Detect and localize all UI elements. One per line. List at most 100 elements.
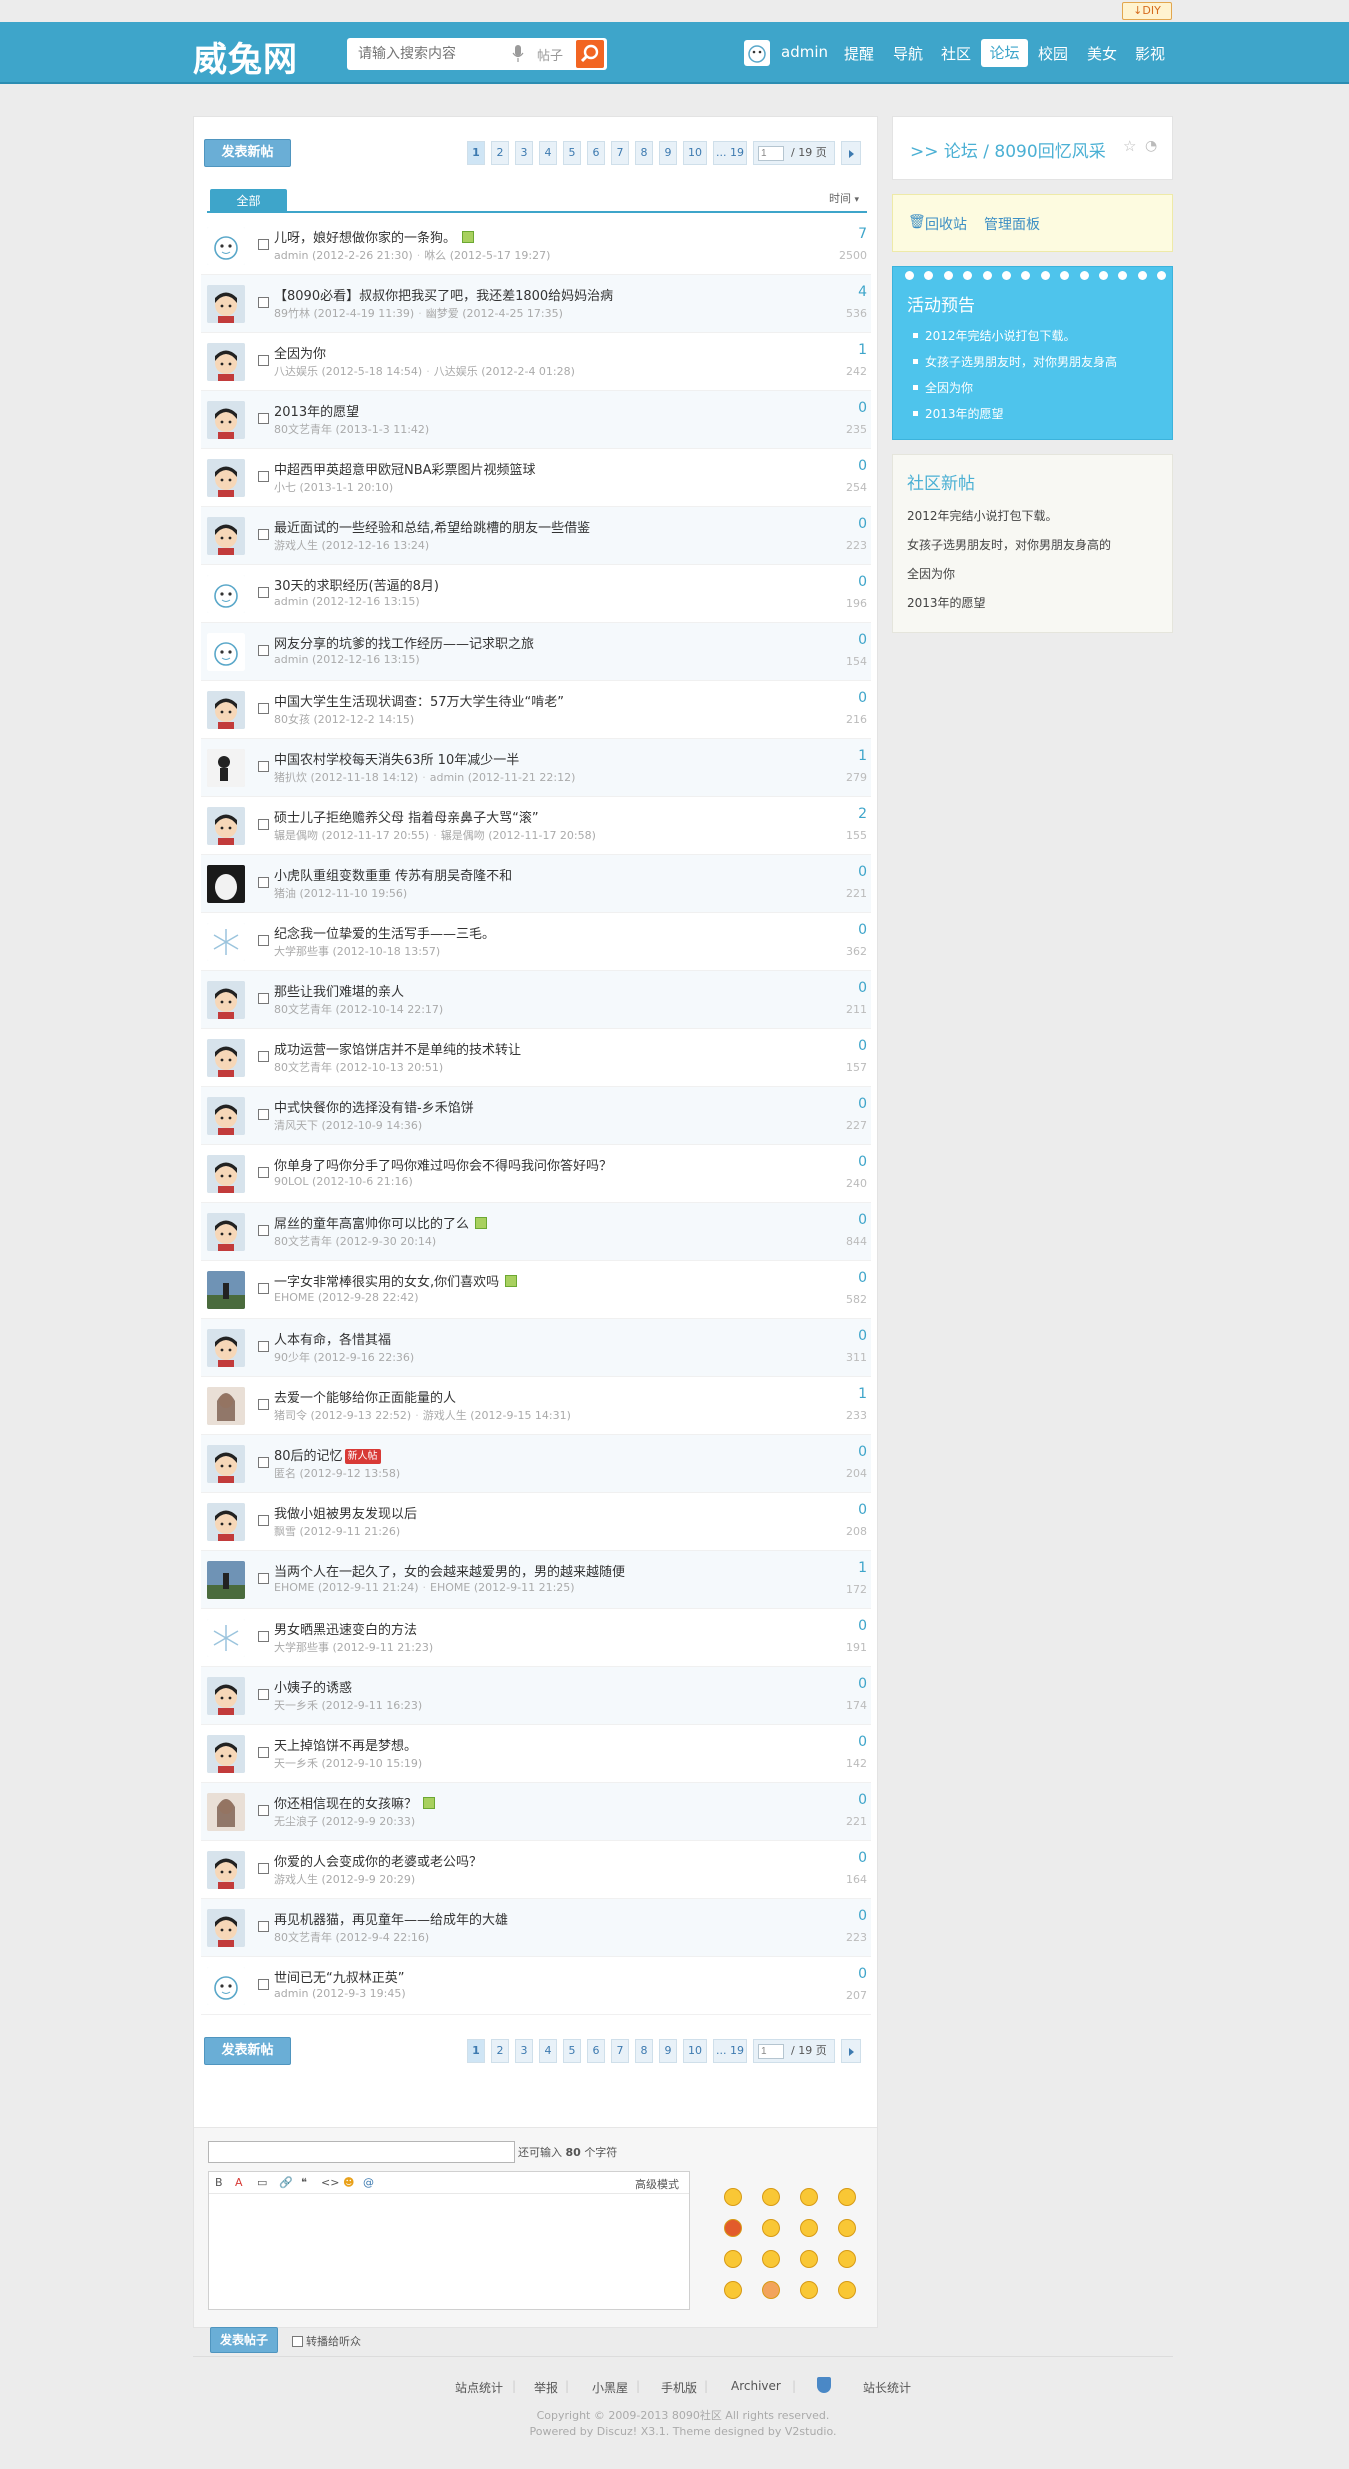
new-post-button-top[interactable]: 发表新帖 bbox=[204, 139, 291, 167]
link-icon[interactable]: 🔗 bbox=[279, 2176, 293, 2189]
thread-author[interactable]: admin bbox=[274, 595, 308, 608]
thread-row[interactable]: 一字女非常棒很实用的女女,你们喜欢吗 EHOME (2012-9-28 22:42… bbox=[201, 1261, 871, 1319]
footer-link[interactable]: 举报 bbox=[534, 2379, 558, 2396]
nav-campus[interactable]: 校园 bbox=[1038, 43, 1068, 64]
thread-title[interactable]: 中国大学生生活现状调查：57万大学生待业“啃老” bbox=[274, 691, 564, 710]
reply-count[interactable]: 0 bbox=[858, 1850, 867, 1866]
thread-title[interactable]: 去爱一个能够给你正面能量的人 bbox=[274, 1387, 456, 1406]
thread-checkbox[interactable] bbox=[258, 1225, 269, 1236]
reply-count[interactable]: 1 bbox=[858, 748, 867, 764]
thread-author[interactable]: admin bbox=[274, 653, 308, 666]
thread-title-text[interactable]: 纪念我一位挚爱的生活写手——三毛。 bbox=[274, 927, 495, 942]
thread-title[interactable]: 全因为你 bbox=[274, 343, 326, 362]
thread-title[interactable]: 硕士儿子拒绝赡养父母 指着母亲鼻子大骂“滚” bbox=[274, 807, 539, 826]
thread-title[interactable]: 成功运营一家馅饼店并不是单纯的技术转让 bbox=[274, 1039, 521, 1058]
recycle-bin-link[interactable]: 回收站 bbox=[925, 214, 967, 234]
user-avatar[interactable] bbox=[744, 40, 770, 66]
thread-avatar[interactable] bbox=[207, 807, 245, 845]
thread-avatar[interactable] bbox=[207, 459, 245, 497]
thread-avatar[interactable] bbox=[207, 285, 245, 323]
nav-movies[interactable]: 影视 bbox=[1135, 43, 1165, 64]
thread-row[interactable]: 当两个人在一起久了，女的会越来越爱男的，男的越来越随便 EHOME (2012-9… bbox=[201, 1551, 871, 1609]
smiley-icon[interactable] bbox=[838, 2219, 856, 2237]
reply-count[interactable]: 0 bbox=[858, 516, 867, 532]
thread-row[interactable]: 儿呀，娘好想做你家的一条狗。 admin (2012-2-26 21:30) · 咻么… bbox=[201, 217, 871, 275]
thread-row[interactable]: 男女晒黑迅速变白的方法 大学那些事 (2012-9-11 21:23) 0 191 bbox=[201, 1609, 871, 1667]
reply-count[interactable]: 0 bbox=[858, 1038, 867, 1054]
thread-avatar[interactable] bbox=[207, 227, 245, 265]
thread-title-text[interactable]: 2013年的愿望 bbox=[274, 405, 359, 420]
reply-count[interactable]: 0 bbox=[858, 690, 867, 706]
thread-title[interactable]: 小虎队重组变数重重 传苏有朋吴奇隆不和 bbox=[274, 865, 512, 884]
page-link[interactable]: 9 bbox=[659, 2039, 677, 2063]
thread-checkbox[interactable] bbox=[258, 645, 269, 656]
thread-author[interactable]: 游戏人生 bbox=[274, 539, 318, 552]
page-jump-input[interactable] bbox=[758, 2044, 784, 2059]
reply-count[interactable]: 0 bbox=[858, 632, 867, 648]
thread-title-text[interactable]: 你还相信现在的女孩嘛？ bbox=[274, 1797, 417, 1812]
thread-title[interactable]: 小姨子的诱惑 bbox=[274, 1677, 352, 1696]
thread-row[interactable]: 中超西甲英超意甲欧冠NBA彩票图片视频篮球 小七 (2013-1-1 20:10)… bbox=[201, 449, 871, 507]
page-link[interactable]: 7 bbox=[611, 141, 629, 165]
thread-author[interactable]: 匿名 bbox=[274, 1467, 296, 1480]
next-page-button[interactable] bbox=[841, 2039, 861, 2063]
search-button[interactable] bbox=[576, 40, 604, 68]
reply-count[interactable]: 0 bbox=[858, 1502, 867, 1518]
thread-author[interactable]: 猪司令 bbox=[274, 1409, 307, 1422]
thread-title[interactable]: 再见机器猫，再见童年——给成年的大雄 bbox=[274, 1909, 508, 1928]
code-icon[interactable]: <> bbox=[321, 2176, 339, 2189]
thread-row[interactable]: 你单身了吗你分手了吗你难过吗你会不得吗我问你答好吗？ 90LOL (2012-10… bbox=[201, 1145, 871, 1203]
page-link[interactable]: 1 bbox=[467, 141, 485, 165]
thread-avatar[interactable] bbox=[207, 1735, 245, 1773]
username-link[interactable]: admin bbox=[781, 43, 828, 61]
page-link[interactable]: 10 bbox=[683, 141, 707, 165]
thread-avatar[interactable] bbox=[207, 691, 245, 729]
last-poster[interactable]: 幽梦爱 bbox=[426, 307, 459, 320]
thread-avatar[interactable] bbox=[207, 401, 245, 439]
search-input[interactable] bbox=[347, 38, 497, 70]
thread-checkbox[interactable] bbox=[258, 1283, 269, 1294]
thread-row[interactable]: 人本有命，各惜其福 90少年 (2012-9-16 22:36) 0 311 bbox=[201, 1319, 871, 1377]
notice-item[interactable]: 全因为你 bbox=[912, 379, 973, 396]
thread-row[interactable]: 【8090必看】叔叔你把我买了吧，我还差1800给妈妈治病 89竹林 (2012-… bbox=[201, 275, 871, 333]
thread-title-text[interactable]: 男女晒黑迅速变白的方法 bbox=[274, 1623, 417, 1638]
thread-title[interactable]: 天上掉馅饼不再是梦想。 bbox=[274, 1735, 417, 1754]
thread-checkbox[interactable] bbox=[258, 413, 269, 424]
thread-checkbox[interactable] bbox=[258, 1805, 269, 1816]
thread-row[interactable]: 网友分享的坑爹的找工作经历——记求职之旅 admin (2012-12-16 13… bbox=[201, 623, 871, 681]
thread-title-text[interactable]: 屌丝的童年高富帅你可以比的了么 bbox=[274, 1217, 469, 1232]
thread-title-text[interactable]: 天上掉馅饼不再是梦想。 bbox=[274, 1739, 417, 1754]
thread-row[interactable]: 80后的记忆 新人帖 匿名 (2012-9-12 13:58) 0 204 bbox=[201, 1435, 871, 1493]
thread-author[interactable]: 89竹林 bbox=[274, 307, 310, 320]
smiley-icon[interactable] bbox=[762, 2281, 780, 2299]
thread-title-text[interactable]: 那些让我们难堪的亲人 bbox=[274, 985, 404, 1000]
thread-title[interactable]: 你单身了吗你分手了吗你难过吗你会不得吗我问你答好吗？ bbox=[274, 1155, 612, 1174]
page-link[interactable]: 4 bbox=[539, 2039, 557, 2063]
thread-avatar[interactable] bbox=[207, 1039, 245, 1077]
microphone-icon[interactable] bbox=[512, 45, 524, 63]
footer-link[interactable]: 站点统计 bbox=[455, 2379, 503, 2396]
reply-count[interactable]: 1 bbox=[858, 342, 867, 358]
reply-count[interactable]: 0 bbox=[858, 1270, 867, 1286]
thread-row[interactable]: 成功运营一家馅饼店并不是单纯的技术转让 80文艺青年 (2012-10-13 20… bbox=[201, 1029, 871, 1087]
thread-author[interactable]: 90少年 bbox=[274, 1351, 310, 1364]
thread-title[interactable]: 男女晒黑迅速变白的方法 bbox=[274, 1619, 417, 1638]
thread-title-text[interactable]: 世间已无“九叔林正英” bbox=[274, 1971, 404, 1986]
thread-checkbox[interactable] bbox=[258, 1863, 269, 1874]
last-poster[interactable]: EHOME bbox=[430, 1581, 470, 1594]
reply-count[interactable]: 0 bbox=[858, 1212, 867, 1228]
smiley-icon[interactable] bbox=[762, 2250, 780, 2268]
thread-title-text[interactable]: 儿呀，娘好想做你家的一条狗。 bbox=[274, 231, 456, 246]
footer-link[interactable]: 小黑屋 bbox=[592, 2379, 628, 2396]
thread-title-text[interactable]: 全因为你 bbox=[274, 347, 326, 362]
smiley-icon[interactable] bbox=[724, 2219, 742, 2237]
thread-author[interactable]: 80文艺青年 bbox=[274, 1061, 332, 1074]
thread-avatar[interactable] bbox=[207, 1619, 245, 1657]
thread-title-text[interactable]: 人本有命，各惜其福 bbox=[274, 1333, 391, 1348]
thread-avatar[interactable] bbox=[207, 1503, 245, 1541]
thread-checkbox[interactable] bbox=[258, 297, 269, 308]
page-link[interactable]: 7 bbox=[611, 2039, 629, 2063]
page-link[interactable]: 9 bbox=[659, 141, 677, 165]
thread-checkbox[interactable] bbox=[258, 993, 269, 1004]
thread-title-text[interactable]: 当两个人在一起久了，女的会越来越爱男的，男的越来越随便 bbox=[274, 1565, 625, 1580]
